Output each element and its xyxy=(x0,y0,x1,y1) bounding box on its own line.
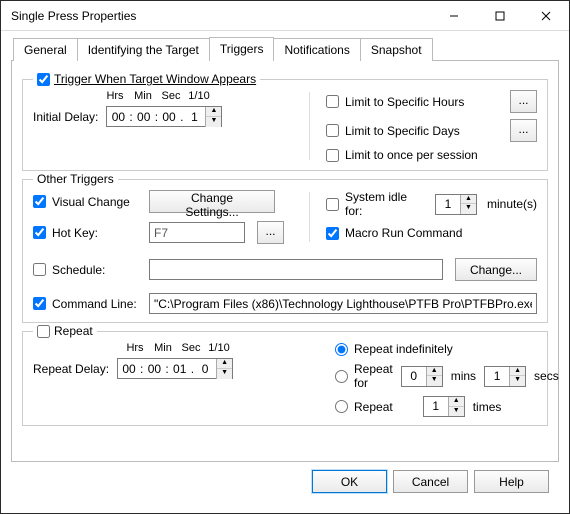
limit-hours-checkbox[interactable] xyxy=(326,95,339,108)
limit-session-checkbox[interactable] xyxy=(326,149,339,162)
help-button[interactable]: Help xyxy=(474,470,549,493)
system-idle-checkbox[interactable] xyxy=(326,198,339,211)
trigger-on-appear-label: Trigger When Target Window Appears xyxy=(54,72,256,86)
tabstrip: General Identifying the Target Triggers … xyxy=(11,37,559,60)
repeat-delay-label: Repeat Delay: xyxy=(33,362,109,376)
other-triggers-legend: Other Triggers xyxy=(33,172,118,186)
tab-identifying-target[interactable]: Identifying the Target xyxy=(77,38,210,61)
repeat-indef-radio[interactable] xyxy=(335,343,348,356)
repeat-secs-value[interactable]: 1▲▼ xyxy=(484,366,526,387)
limit-hours-button[interactable]: ... xyxy=(510,90,537,113)
dialog-button-row: OK Cancel Help xyxy=(11,462,559,503)
hotkey-ellipsis-button[interactable]: ... xyxy=(257,221,284,244)
tab-snapshot[interactable]: Snapshot xyxy=(360,38,433,61)
minimize-button[interactable] xyxy=(431,1,477,31)
tab-notifications[interactable]: Notifications xyxy=(273,38,360,61)
schedule-input[interactable] xyxy=(149,259,443,280)
hotkey-input[interactable] xyxy=(149,222,245,243)
repeat-checkbox[interactable] xyxy=(37,325,50,338)
schedule-checkbox[interactable] xyxy=(33,263,46,276)
initial-delay-input[interactable]: 00: 00: 00. 1 ▲▼ xyxy=(106,106,222,127)
repeat-delay-input[interactable]: 00: 00: 01. 0 ▲▼ xyxy=(117,358,233,379)
change-settings-button[interactable]: Change Settings... xyxy=(149,190,275,213)
system-idle-value[interactable]: 1 ▲▼ xyxy=(435,194,477,215)
commandline-checkbox[interactable] xyxy=(33,297,46,310)
repeat-mins-value[interactable]: 0▲▼ xyxy=(401,366,443,387)
repeat-legend: Repeat xyxy=(54,324,93,338)
visual-change-checkbox[interactable] xyxy=(33,195,46,208)
commandline-input[interactable] xyxy=(149,293,537,314)
repeat-times-value[interactable]: 1▲▼ xyxy=(423,396,465,417)
repeat-delay-spinner[interactable]: ▲▼ xyxy=(216,359,232,379)
limit-days-checkbox[interactable] xyxy=(326,124,339,137)
tab-general[interactable]: General xyxy=(13,38,78,61)
repeat-for-radio[interactable] xyxy=(335,370,348,383)
dialog-window: Single Press Properties General Identify… xyxy=(0,0,570,514)
window-title: Single Press Properties xyxy=(1,9,431,23)
repeat-times-radio[interactable] xyxy=(335,400,348,413)
initial-delay-label: Initial Delay: xyxy=(33,110,98,124)
cancel-button[interactable]: Cancel xyxy=(393,470,468,493)
trigger-on-appear-legend: Trigger When Target Window Appears xyxy=(33,72,260,86)
limit-days-button[interactable]: ... xyxy=(510,119,537,142)
tab-triggers[interactable]: Triggers xyxy=(209,37,275,61)
macro-run-checkbox[interactable] xyxy=(326,227,339,240)
titlebar: Single Press Properties xyxy=(1,1,569,31)
maximize-button[interactable] xyxy=(477,1,523,31)
hotkey-checkbox[interactable] xyxy=(33,226,46,239)
tabpanel-triggers: Trigger When Target Window Appears Hrs M… xyxy=(11,60,559,462)
schedule-change-button[interactable]: Change... xyxy=(455,258,537,281)
ok-button[interactable]: OK xyxy=(312,470,387,493)
trigger-on-appear-checkbox[interactable] xyxy=(37,73,50,86)
close-button[interactable] xyxy=(523,1,569,31)
initial-delay-spinner[interactable]: ▲▼ xyxy=(205,107,221,127)
